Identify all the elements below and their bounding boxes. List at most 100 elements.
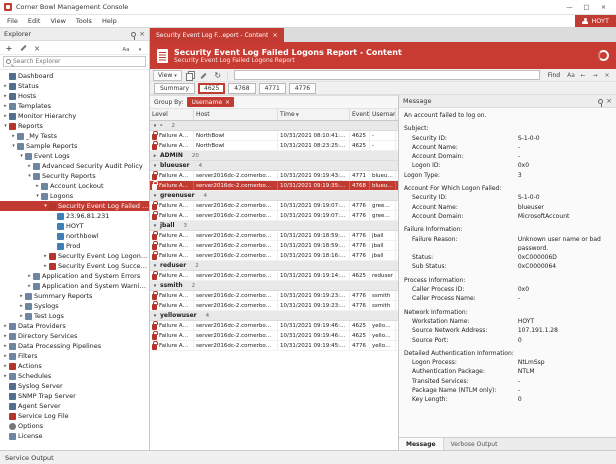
menu-help[interactable]: Help — [97, 17, 122, 25]
close-icon[interactable] — [139, 30, 145, 38]
tree-item-application-and-system-warnings-and-errors[interactable]: ▸Application and System Warnings and Err… — [0, 281, 149, 291]
table-row[interactable]: Failure Auditserver2016dc-2.cornerbowlso… — [150, 331, 398, 341]
tree-item-dashboard[interactable]: Dashboard — [0, 71, 149, 81]
table-row[interactable]: Failure Auditserver2016dc-2.cornerbowlso… — [150, 251, 398, 261]
collapse-icon[interactable]: ▾ — [34, 193, 41, 199]
tree-item-security-reports[interactable]: ▾Security Reports — [0, 171, 149, 181]
menu-tools[interactable]: Tools — [71, 17, 97, 25]
tree-item-data-providers[interactable]: ▸Data Providers — [0, 321, 149, 331]
table-row[interactable]: Failure Auditserver2016dc-2.cornerbowlso… — [150, 201, 398, 211]
expand-icon[interactable]: ▸ — [18, 293, 25, 299]
column-header-username[interactable]: Username — [370, 109, 396, 120]
group-header-blueuser[interactable]: ▾blueuser4 — [150, 161, 398, 171]
expand-icon[interactable]: ▸ — [42, 253, 49, 259]
search-input[interactable] — [13, 58, 143, 65]
collapse-icon[interactable]: ▾ — [152, 223, 158, 229]
event-filter-4771[interactable]: 4771 — [259, 83, 286, 94]
collapse-all-button[interactable] — [134, 42, 146, 53]
close-button[interactable]: × — [595, 1, 612, 14]
group-header-item[interactable]: ▾-2 — [150, 121, 398, 131]
tree-item-hosts[interactable]: ▸Hosts — [0, 91, 149, 101]
pin-icon[interactable] — [598, 99, 603, 104]
tab-message[interactable]: Message — [399, 438, 444, 450]
tree-item-test-logs[interactable]: ▸Test Logs — [0, 311, 149, 321]
tree-item-security-event-log-logon-sessions-report[interactable]: ▸Security Event Log Logon Sessions Repor… — [0, 251, 149, 261]
table-row[interactable]: Failure Auditserver2016dc-2.cornerbowlso… — [150, 241, 398, 251]
expand-icon[interactable]: ▸ — [2, 333, 9, 339]
minimize-button[interactable]: — — [561, 1, 578, 14]
collapse-icon[interactable]: ▾ — [26, 173, 33, 179]
pin-icon[interactable] — [131, 32, 136, 37]
tree-item-logons[interactable]: ▾Logons — [0, 191, 149, 201]
expand-icon[interactable]: ▸ — [2, 103, 9, 109]
expand-icon[interactable]: ▸ — [34, 183, 41, 189]
expand-icon[interactable]: ▸ — [42, 263, 49, 269]
tree-item-license[interactable]: License — [0, 431, 149, 441]
chip-remove-icon[interactable] — [225, 99, 230, 106]
tree-item-hoyt[interactable]: HOYT — [0, 221, 149, 231]
tree-item-event-logs[interactable]: ▾Event Logs — [0, 151, 149, 161]
add-button[interactable] — [3, 42, 15, 53]
table-row[interactable]: Failure Auditserver2016dc-2.cornerbowlso… — [150, 181, 398, 191]
find-next-icon[interactable]: → — [589, 70, 601, 81]
tab-report-content[interactable]: Security Event Log F...eport - Content — [150, 28, 284, 42]
summary-button[interactable]: Summary — [154, 83, 195, 94]
group-header-greenuser[interactable]: ▾greenuser4 — [150, 191, 398, 201]
edit-button[interactable] — [17, 42, 29, 53]
copy-button[interactable] — [184, 70, 196, 81]
expand-icon[interactable]: ▸ — [10, 133, 17, 139]
tab-verbose-output[interactable]: Verbose Output — [444, 438, 505, 450]
expand-icon[interactable]: ▸ — [2, 353, 9, 359]
tree-item-summary-reports[interactable]: ▸Summary Reports — [0, 291, 149, 301]
tree-item-advanced-security-audit-policy[interactable]: ▸Advanced Security Audit Policy — [0, 161, 149, 171]
tree-item-syslogs[interactable]: ▸Syslogs — [0, 301, 149, 311]
expand-icon[interactable]: ▸ — [2, 93, 9, 99]
collapse-icon[interactable]: ▾ — [152, 193, 158, 199]
find-close-icon[interactable]: × — [601, 70, 613, 81]
tree-item-directory-services[interactable]: ▸Directory Services — [0, 331, 149, 341]
column-header-host[interactable]: Host — [194, 109, 278, 120]
tree-item-application-and-system-errors[interactable]: ▸Application and System Errors — [0, 271, 149, 281]
tab-close-icon[interactable] — [272, 31, 277, 39]
column-header-event-id[interactable]: Event ID — [350, 109, 370, 120]
collapse-icon[interactable]: ▾ — [152, 283, 158, 289]
menu-view[interactable]: View — [45, 17, 70, 25]
menu-file[interactable]: File — [2, 17, 23, 25]
collapse-icon[interactable]: ▾ — [2, 123, 9, 129]
expand-icon[interactable]: ▸ — [26, 273, 33, 279]
edit-report-button[interactable] — [198, 70, 210, 81]
tree-item-filters[interactable]: ▸Filters — [0, 351, 149, 361]
user-menu-button[interactable]: HOYT — [575, 15, 616, 27]
column-header-logon-type[interactable]: Logon Type — [396, 109, 398, 120]
group-header-ssmith[interactable]: ▾ssmith2 — [150, 281, 398, 291]
table-row[interactable]: Failure Auditserver2016dc-2.cornerbowlso… — [150, 271, 398, 281]
tree-item-sample-reports[interactable]: ▾Sample Reports — [0, 141, 149, 151]
view-menu-button[interactable]: View — [153, 70, 182, 81]
table-row[interactable]: Failure Auditserver2016dc-2.cornerbowlso… — [150, 321, 398, 331]
tree-item-agent-server[interactable]: Agent Server — [0, 401, 149, 411]
collapse-icon[interactable]: ▾ — [152, 163, 158, 169]
collapse-icon[interactable]: ▾ — [18, 153, 25, 159]
event-filter-4625[interactable]: 4625 — [198, 83, 225, 94]
match-case-icon[interactable]: Aa — [565, 70, 577, 81]
match-case-button[interactable] — [120, 42, 132, 53]
find-previous-icon[interactable]: ← — [577, 70, 589, 81]
expand-icon[interactable]: ▸ — [26, 163, 33, 169]
table-row[interactable]: Failure Auditserver2016dc-2.cornerbowlso… — [150, 341, 398, 351]
expand-icon[interactable]: ▸ — [18, 303, 25, 309]
table-row[interactable]: Failure AuditNorthBowl10/31/2021 08:23:2… — [150, 141, 398, 151]
expand-icon[interactable]: ▸ — [18, 313, 25, 319]
expand-icon[interactable]: ▸ — [26, 283, 33, 289]
collapse-icon[interactable]: ▾ — [152, 123, 158, 129]
group-header-reduser[interactable]: ▾reduser2 — [150, 261, 398, 271]
table-row[interactable]: Failure Auditserver2016dc-2.cornerbowlso… — [150, 291, 398, 301]
event-filter-4768[interactable]: 4768 — [228, 83, 255, 94]
tree-item-snmp-trap-server[interactable]: SNMP Trap Server — [0, 391, 149, 401]
column-header-level[interactable]: Level — [150, 109, 194, 120]
refresh-button[interactable] — [212, 70, 224, 81]
expand-icon[interactable]: ▸ — [2, 363, 9, 369]
group-by-chip[interactable]: Username — [187, 97, 234, 107]
tree-item-schedules[interactable]: ▸Schedules — [0, 371, 149, 381]
find-button[interactable]: Find — [545, 72, 563, 79]
group-header-yellowuser[interactable]: ▾yellowuser4 — [150, 311, 398, 321]
